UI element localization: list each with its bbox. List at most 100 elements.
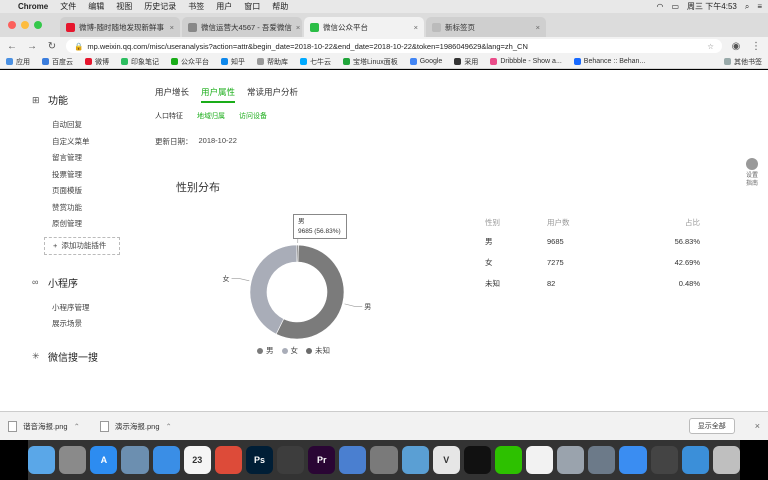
tab-demographics[interactable]: 人口特征 (155, 111, 183, 121)
sidebar-item-reward[interactable]: 赞赏功能 (32, 200, 132, 217)
tab-title: 新标签页 (445, 22, 475, 32)
dock-launchpad-icon[interactable] (59, 446, 87, 474)
dock-app-11-icon[interactable] (370, 446, 398, 474)
sidebar-item-page-templates[interactable]: 页面模版 (32, 183, 132, 200)
close-tab-icon[interactable]: × (296, 23, 300, 32)
tab-user-attributes[interactable]: 用户属性 (201, 86, 236, 103)
bookmark-item[interactable]: 帮助库 (257, 57, 288, 67)
dock-qq-icon[interactable] (463, 446, 491, 474)
chevron-up-icon[interactable]: ⌃ (166, 422, 172, 431)
clock[interactable]: 周三 下午4:53 (687, 1, 737, 12)
extension-icon[interactable]: ◉ (730, 41, 742, 52)
bookmark-item[interactable]: 知乎 (221, 57, 245, 67)
browser-tab-active[interactable]: 微信公众平台 × (304, 17, 424, 37)
show-all-downloads-button[interactable]: 显示全部 (688, 418, 735, 434)
donut-slice-female[interactable] (249, 244, 298, 335)
dock-finder-icon[interactable] (28, 446, 56, 474)
menu-edit[interactable]: 编辑 (88, 1, 104, 12)
menu-help[interactable]: 帮助 (272, 1, 288, 12)
tab-devices[interactable]: 访问设备 (239, 111, 267, 121)
dock-app-12-icon[interactable] (401, 446, 429, 474)
reload-icon[interactable]: ↻ (46, 41, 58, 52)
bookmark-item[interactable]: 采用 (454, 57, 478, 67)
bookmark-item[interactable]: 公众平台 (171, 57, 209, 67)
other-bookmarks[interactable]: 其他书签 (724, 57, 762, 67)
bookmark-item[interactable]: 七牛云 (300, 57, 331, 67)
sidebar-item-custom-menu[interactable]: 自定义菜单 (32, 134, 132, 151)
menu-file[interactable]: 文件 (60, 1, 76, 12)
menu-window[interactable]: 窗口 (244, 1, 260, 12)
bookmark-item[interactable]: Google (409, 58, 442, 65)
dock-premiere-icon[interactable]: Pr (308, 446, 336, 474)
sidebar-item-miniprogram-manage[interactable]: 小程序管理 (32, 300, 132, 317)
dock-notes-icon[interactable] (526, 446, 554, 474)
dock-app-17-icon[interactable] (557, 446, 585, 474)
dock-trash-icon[interactable] (712, 446, 740, 474)
dock-app-6-icon[interactable] (214, 446, 242, 474)
legend-item-female[interactable]: 女 (281, 345, 298, 356)
dock-keynote-icon[interactable] (339, 446, 367, 474)
menu-history[interactable]: 历史记录 (144, 1, 176, 12)
browser-tab[interactable]: 微博-随时随地发现新鲜事 × (60, 17, 180, 37)
bookmark-item[interactable]: 宝塔Linux面板 (343, 57, 398, 67)
legend-item-unknown[interactable]: 未知 (306, 345, 330, 356)
dock-baidu-netdisk-icon[interactable] (619, 446, 647, 474)
bookmark-item[interactable]: 印象笔记 (121, 57, 159, 67)
donut-slice-unknown[interactable] (296, 244, 299, 263)
chevron-up-icon[interactable]: ⌃ (74, 422, 80, 431)
bookmark-item[interactable]: Behance :: Behan... (573, 58, 645, 65)
add-plugin-button[interactable]: + 添加功能插件 (44, 236, 120, 255)
dock-dvd-icon[interactable] (277, 446, 305, 474)
browser-tab[interactable]: 微信运营大4567 - 吾爱微信 × (182, 17, 302, 37)
legend-item-male[interactable]: 男 (257, 345, 274, 356)
dock-calendar-icon[interactable]: 23 (183, 446, 211, 474)
dock-vectorize-icon[interactable]: V (432, 446, 460, 474)
close-tab-icon[interactable]: × (536, 23, 540, 32)
download-item[interactable]: 演示海报.png ⌃ (99, 420, 172, 432)
search-icon[interactable]: ⌕ (745, 2, 749, 12)
bookmark-item[interactable]: 微博 (85, 57, 109, 67)
menu-bookmarks[interactable]: 书签 (188, 1, 204, 12)
tab-user-growth[interactable]: 用户增长 (155, 86, 189, 103)
dock-app-store-icon[interactable]: A (90, 446, 118, 474)
tab-region[interactable]: 地域归属 (197, 111, 225, 121)
wifi-icon[interactable]: ◠ (657, 2, 664, 11)
sidebar-item-auto-reply[interactable]: 自动回复 (32, 117, 132, 134)
guide-float-button[interactable]: 设置 指南 (742, 158, 762, 188)
browser-tab[interactable]: 新标签页 × (426, 17, 546, 37)
close-window-button[interactable] (8, 21, 16, 29)
bookmark-item[interactable]: 百度云 (42, 57, 73, 67)
sidebar-item-display-scene[interactable]: 展示场景 (32, 316, 132, 333)
more-menu-icon[interactable]: ⋮ (750, 41, 762, 52)
bookmark-star-icon[interactable]: ☆ (707, 42, 714, 51)
bookmark-item[interactable]: Dribbble - Show a... (490, 58, 562, 65)
battery-icon[interactable]: ▭ (671, 2, 679, 11)
dock-safari-icon[interactable] (152, 446, 180, 474)
dock-photoshop-icon[interactable]: Ps (245, 446, 274, 474)
address-bar[interactable]: 🔒 mp.weixin.qq.com/misc/useranalysis?act… (66, 39, 722, 53)
close-tab-icon[interactable]: × (414, 23, 418, 32)
slice-label-female: 女 (223, 274, 230, 283)
url-text[interactable]: mp.weixin.qq.com/misc/useranalysis?actio… (87, 42, 528, 51)
sidebar-item-comments[interactable]: 留言管理 (32, 150, 132, 167)
download-item[interactable]: 谐音海报.png ⌃ (8, 420, 80, 432)
menu-list-icon[interactable]: ≡ (757, 2, 762, 11)
dock-preview-icon[interactable] (121, 446, 149, 474)
zoom-window-button[interactable] (34, 21, 42, 29)
dock-app-20-icon[interactable] (650, 446, 678, 474)
dock-app-18-icon[interactable] (588, 446, 616, 474)
app-menu[interactable]: Chrome (18, 2, 48, 11)
menu-people[interactable]: 用户 (216, 1, 232, 12)
close-downloads-icon[interactable]: × (755, 421, 760, 431)
back-icon[interactable]: ← (6, 41, 18, 52)
sidebar-item-votes[interactable]: 投票管理 (32, 167, 132, 184)
dock-downloads-icon[interactable] (681, 446, 709, 474)
tab-frequent-readers[interactable]: 常读用户分析 (247, 86, 298, 103)
bookmark-item[interactable]: 应用 (6, 57, 30, 67)
close-tab-icon[interactable]: × (170, 23, 174, 32)
menu-view[interactable]: 视图 (116, 1, 132, 12)
minimize-window-button[interactable] (21, 21, 29, 29)
forward-icon[interactable]: → (26, 41, 38, 52)
dock-wechat-icon[interactable] (494, 446, 523, 474)
sidebar-item-original[interactable]: 原创管理 (32, 216, 132, 233)
